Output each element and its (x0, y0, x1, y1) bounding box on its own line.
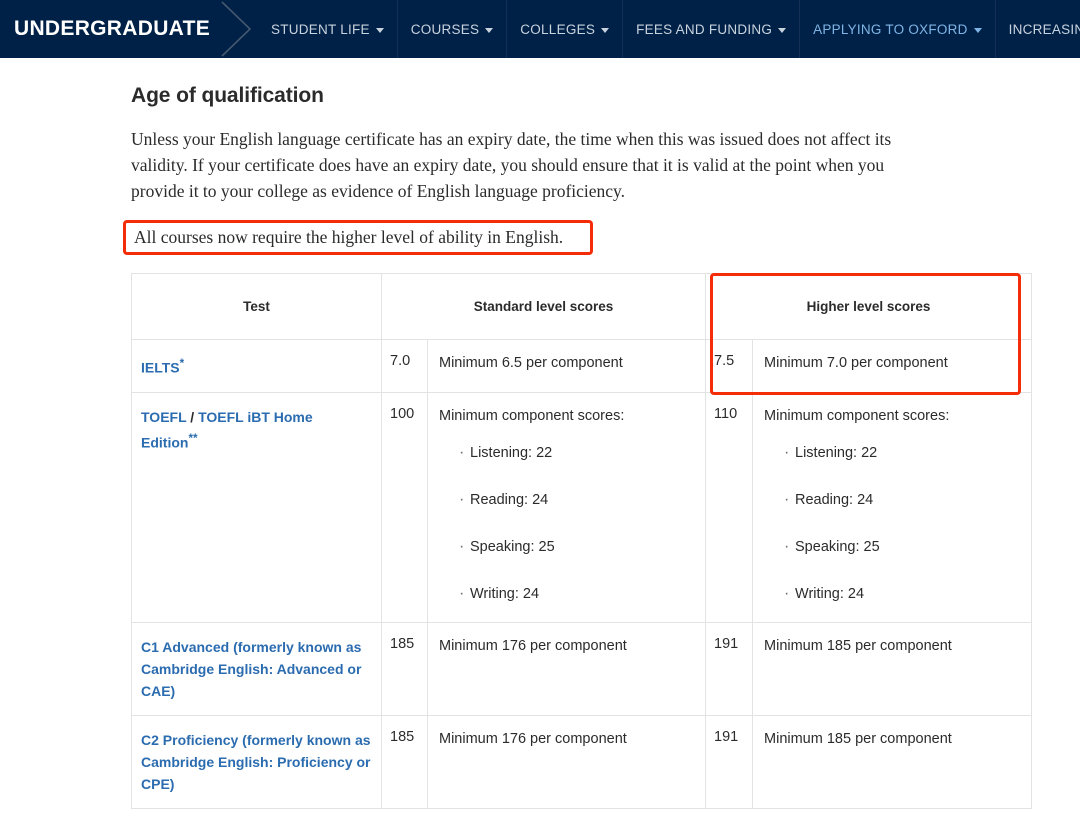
list-item: Reading: 24 (784, 489, 1023, 511)
chevron-down-icon (485, 27, 494, 33)
cell-test-name: TOEFL / TOEFL iBT Home Edition** (131, 391, 382, 623)
table-head: Test Standard level scores Higher level … (131, 273, 1033, 340)
cell-standard-detail: Minimum 176 per component (426, 714, 707, 809)
cell-higher-score: 110 (705, 391, 754, 623)
detail-lead-text: Minimum component scores: (764, 407, 950, 424)
page-body: Age of qualification Unless your English… (0, 58, 1080, 809)
col-header-test: Test (131, 273, 382, 340)
cell-test-name: C2 Proficiency (formerly known as Cambri… (131, 714, 382, 809)
component-score-list: Listening: 22 Reading: 24 Speaking: 25 Writ… (764, 442, 1023, 605)
nav-item-label: INCREASING ACCESS (1008, 21, 1080, 37)
english-requirements-table: Test Standard level scores Higher level … (131, 273, 1033, 809)
cell-standard-detail: Minimum 6.5 per component (426, 339, 707, 393)
primary-navigation-bar: UNDERGRADUATE STUDENT LIFE COURSES COLLEGE… (0, 0, 1080, 58)
detail-lead-text: Minimum 185 per component (764, 637, 952, 654)
chevron-down-icon (778, 27, 787, 33)
list-item: Reading: 24 (459, 489, 697, 511)
footnote-marker: ** (188, 431, 198, 445)
footnote-marker: * (179, 357, 185, 370)
cell-higher-detail: Minimum component scores: Listening: 22 Re… (752, 391, 1033, 623)
chevron-down-icon (601, 27, 610, 33)
table-row: C1 Advanced (formerly known as Cambridge… (131, 621, 1033, 716)
col-header-higher-level: Higher level scores (705, 273, 1033, 340)
cell-higher-score: 191 (705, 621, 754, 716)
cell-standard-score: 185 (381, 714, 428, 809)
detail-lead-text: Minimum component scores: (439, 407, 625, 424)
callout-text: All courses now require the higher level… (134, 227, 564, 247)
nav-item-student-life[interactable]: STUDENT LIFE (258, 0, 397, 58)
list-item: Speaking: 25 (459, 536, 697, 558)
test-link-primary[interactable]: C1 Advanced (formerly known as Cambridge… (141, 639, 361, 699)
site-brand-undergraduate[interactable]: UNDERGRADUATE (0, 0, 220, 58)
list-item: Listening: 22 (784, 442, 1023, 464)
cell-standard-score: 7.0 (381, 339, 428, 393)
nav-item-fees-and-funding[interactable]: FEES AND FUNDING (622, 0, 799, 58)
intro-paragraph: Unless your English language certificate… (131, 129, 892, 201)
page-title: Age of qualification (131, 84, 324, 107)
brand-chevron-icon (220, 0, 258, 58)
brand-label: UNDERGRADUATE (14, 17, 211, 40)
cell-standard-score: 185 (381, 621, 428, 716)
chevron-down-icon (375, 27, 384, 33)
table-row: TOEFL / TOEFL iBT Home Edition** 100 Minim… (131, 391, 1033, 623)
col-header-standard-level: Standard level scores (380, 273, 707, 340)
nav-item-colleges[interactable]: COLLEGES (506, 0, 622, 58)
cell-test-name: C1 Advanced (formerly known as Cambridge… (131, 621, 382, 716)
detail-lead-text: Minimum 176 per component (439, 637, 627, 654)
detail-lead-text: Minimum 185 per component (764, 730, 952, 747)
test-link-primary[interactable]: IELTS (141, 360, 180, 376)
nav-item-applying-to-oxford[interactable]: APPLYING TO OXFORD (799, 0, 995, 58)
cell-higher-detail: Minimum 7.0 per component (752, 339, 1033, 393)
nav-item-label: FEES AND FUNDING (636, 21, 773, 37)
nav-item-courses[interactable]: COURSES (396, 0, 507, 58)
nav-item-label: COURSES (410, 21, 480, 37)
cell-test-name: IELTS* (131, 339, 382, 393)
cell-higher-score: 7.5 (705, 339, 754, 393)
detail-lead-text: Minimum 7.0 per component (764, 355, 948, 371)
chevron-down-icon (973, 27, 982, 33)
cell-standard-detail: Minimum 176 per component (426, 621, 707, 716)
detail-lead-text: Minimum 176 per component (439, 730, 627, 747)
nav-item-label: COLLEGES (520, 21, 596, 37)
cell-higher-detail: Minimum 185 per component (752, 621, 1033, 716)
nav-item-increasing-access[interactable]: INCREASING ACCESS (994, 0, 1080, 58)
list-item: Writing: 24 (459, 583, 697, 605)
content-column: Age of qualification Unless your English… (123, 58, 1033, 809)
cell-standard-detail: Minimum component scores: Listening: 22 Re… (426, 391, 707, 623)
list-item: Writing: 24 (784, 583, 1023, 605)
list-item: Speaking: 25 (784, 536, 1023, 558)
nav-item-label: APPLYING TO OXFORD (813, 21, 968, 37)
list-item: Listening: 22 (459, 442, 697, 464)
test-link-primary[interactable]: C2 Proficiency (formerly known as Cambri… (141, 732, 371, 792)
detail-lead-text: Minimum 6.5 per component (439, 355, 623, 371)
table-header-row: Test Standard level scores Higher level … (131, 273, 1033, 340)
component-score-list: Listening: 22 Reading: 24 Speaking: 25 Writ… (439, 442, 697, 605)
cell-standard-score: 100 (381, 391, 428, 623)
cell-higher-score: 191 (705, 714, 754, 809)
table-body: IELTS* 7.0 Minimum 6.5 per component 7.5 Min… (131, 339, 1033, 809)
cell-higher-detail: Minimum 185 per component (752, 714, 1033, 809)
highlighted-callout: All courses now require the higher level… (123, 220, 593, 255)
nav-item-label: STUDENT LIFE (271, 21, 370, 37)
scores-table-zone: Test Standard level scores Higher level … (131, 273, 1033, 809)
test-link-separator: / (186, 408, 199, 425)
table-row: IELTS* 7.0 Minimum 6.5 per component 7.5 Min… (131, 339, 1033, 393)
nav-item-list: STUDENT LIFE COURSES COLLEGES FEES AND FUND… (258, 0, 1080, 58)
table-row: C2 Proficiency (formerly known as Cambri… (131, 714, 1033, 809)
test-link-primary[interactable]: TOEFL (141, 409, 186, 425)
